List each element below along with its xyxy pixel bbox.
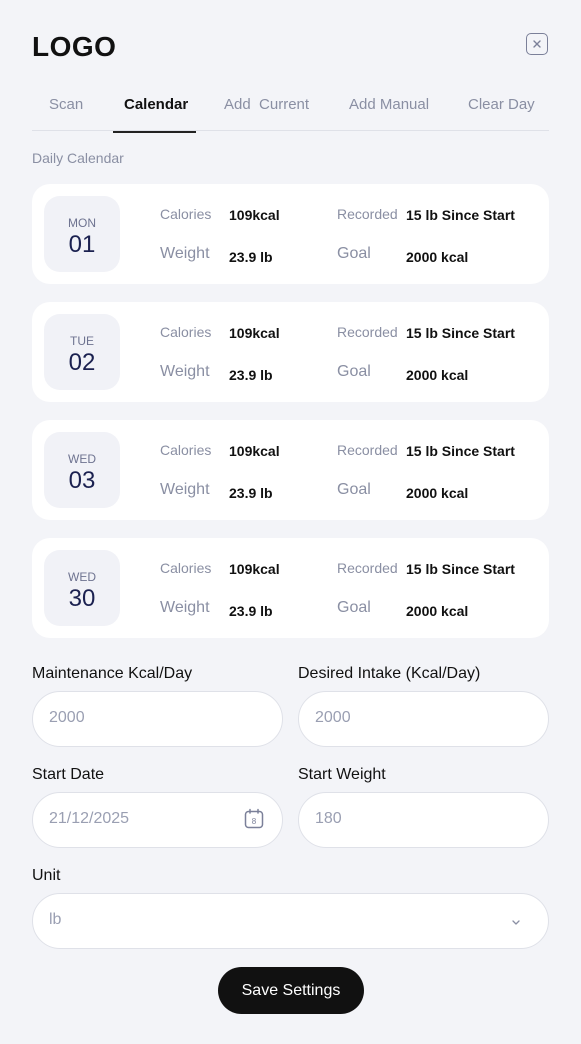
day-of-week: WED: [68, 570, 96, 584]
goal-value: 2000 kcal: [406, 485, 469, 501]
maintenance-label: Maintenance Kcal/Day: [32, 665, 193, 682]
day-number: 01: [68, 231, 96, 258]
start-weight-label: Start Weight: [298, 766, 386, 783]
calories-label: Calories: [160, 560, 212, 576]
weight-label: Weight: [160, 245, 210, 262]
calories-label: Calories: [160, 206, 212, 222]
goal-label: Goal: [337, 481, 371, 498]
tab-bar: Scan Calendar Add Current Add Manual Cle…: [32, 90, 549, 133]
tab-scan[interactable]: Scan: [49, 90, 83, 131]
day-number: 03: [68, 467, 96, 494]
weight-label: Weight: [160, 363, 210, 380]
desired-intake-input[interactable]: 2000: [298, 691, 549, 747]
start-date-label: Start Date: [32, 766, 105, 783]
weight-label: Weight: [160, 599, 210, 616]
calories-value: 109kcal: [229, 443, 280, 459]
recorded-label: Recorded: [337, 560, 398, 576]
goal-value: 2000 kcal: [406, 367, 469, 383]
unit-label: Unit: [32, 867, 61, 884]
goal-label: Goal: [337, 599, 371, 616]
maintenance-input[interactable]: 2000: [32, 691, 283, 747]
calendar-icon-day: 8: [252, 817, 257, 826]
date-badge: WED 30: [44, 550, 120, 626]
recorded-label: Recorded: [337, 324, 398, 340]
weight-label: Weight: [160, 481, 210, 498]
close-button[interactable]: [526, 33, 548, 55]
desired-intake-label: Desired Intake (Kcal/Day): [298, 665, 481, 682]
tab-calendar[interactable]: Calendar: [112, 90, 197, 133]
day-of-week: WED: [68, 452, 96, 466]
recorded-label: Recorded: [337, 442, 398, 458]
day-number: 02: [68, 349, 96, 376]
recorded-value: 15 lb Since Start: [406, 207, 515, 223]
start-weight-input[interactable]: 180: [298, 792, 549, 848]
recorded-value: 15 lb Since Start: [406, 561, 515, 577]
tab-clear-day[interactable]: Clear Day: [468, 90, 535, 131]
calories-value: 109kcal: [229, 325, 280, 341]
day-card[interactable]: WED 03 Calories 109kcal Recorded 15 lb S…: [32, 420, 549, 520]
tab-add-current[interactable]: Add Current: [224, 90, 309, 131]
recorded-value: 15 lb Since Start: [406, 325, 515, 341]
date-badge: TUE 02: [44, 314, 120, 390]
calories-label: Calories: [160, 442, 212, 458]
goal-label: Goal: [337, 363, 371, 380]
weight-value: 23.9 lb: [229, 485, 273, 501]
day-card[interactable]: WED 30 Calories 109kcal Recorded 15 lb S…: [32, 538, 549, 638]
goal-value: 2000 kcal: [406, 249, 469, 265]
chevron-down-icon: [512, 920, 520, 925]
calories-value: 109kcal: [229, 207, 280, 223]
calories-value: 109kcal: [229, 561, 280, 577]
unit-select[interactable]: lb: [32, 893, 549, 949]
close-icon: [533, 40, 541, 48]
weight-value: 23.9 lb: [229, 603, 273, 619]
unit-value: lb: [49, 911, 62, 928]
date-badge: WED 03: [44, 432, 120, 508]
tab-add-manual[interactable]: Add Manual: [349, 90, 429, 131]
day-of-week: TUE: [70, 334, 94, 348]
logo: LOGO: [32, 31, 117, 62]
start-date-input[interactable]: 21/12/2025 8: [32, 792, 283, 848]
calendar-icon[interactable]: 8: [244, 808, 264, 830]
day-of-week: MON: [68, 216, 96, 230]
date-badge: MON 01: [44, 196, 120, 272]
recorded-value: 15 lb Since Start: [406, 443, 515, 459]
save-settings-button[interactable]: Save Settings: [218, 967, 364, 1014]
recorded-label: Recorded: [337, 206, 398, 222]
calories-label: Calories: [160, 324, 212, 340]
day-card[interactable]: MON 01 Calories 109kcal Recorded 15 lb S…: [32, 184, 549, 284]
day-card[interactable]: TUE 02 Calories 109kcal Recorded 15 lb S…: [32, 302, 549, 402]
section-title: Daily Calendar: [32, 150, 124, 166]
goal-value: 2000 kcal: [406, 603, 469, 619]
start-date-value: 21/12/2025: [49, 810, 130, 827]
weight-value: 23.9 lb: [229, 367, 273, 383]
weight-value: 23.9 lb: [229, 249, 273, 265]
goal-label: Goal: [337, 245, 371, 262]
day-number: 30: [68, 585, 96, 612]
